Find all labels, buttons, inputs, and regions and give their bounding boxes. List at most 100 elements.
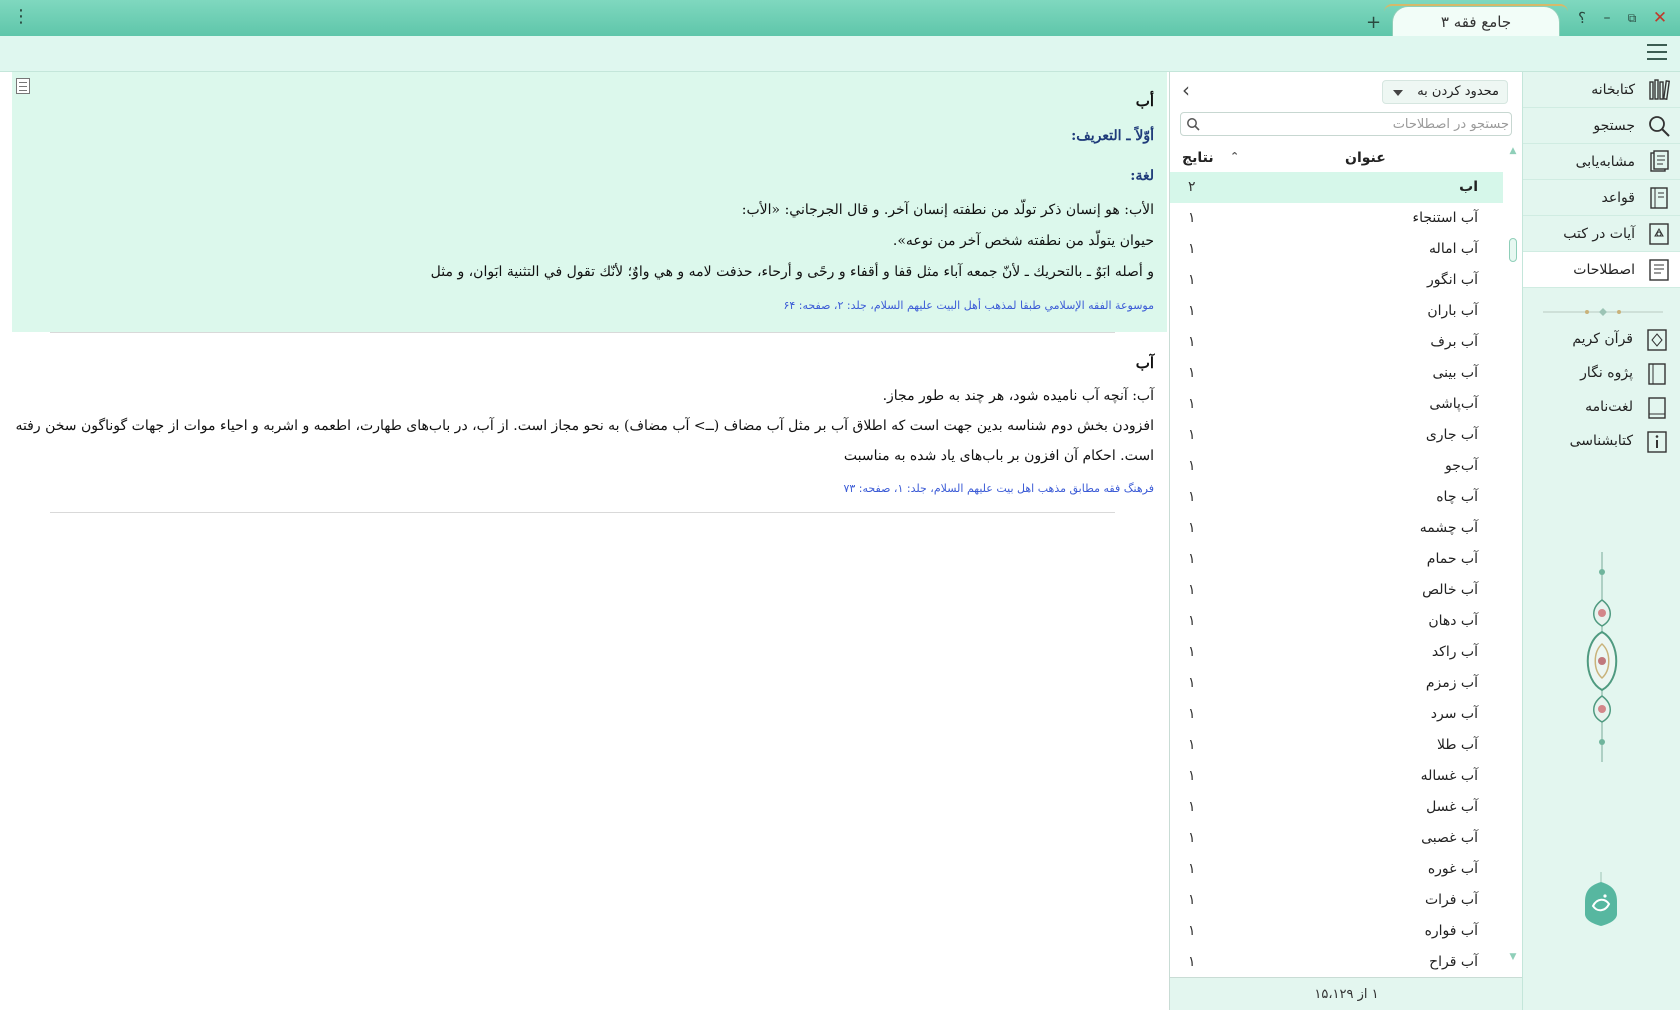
term-row[interactable]: آب راکد ۱ <box>1170 637 1503 668</box>
term-row[interactable]: آب‌جو ۱ <box>1170 451 1503 482</box>
term-result-count: ۱ <box>1188 334 1196 350</box>
tab-main[interactable]: جامع فقه ۳ <box>1392 6 1560 36</box>
term-result-count: ۱ <box>1188 737 1196 753</box>
terms-list: اب ۲ آب استنجاء ۱ آب اماله ۱ آب انگور ۱ آب باران… <box>1170 172 1503 978</box>
term-result-count: ۱ <box>1188 923 1196 939</box>
terms-list-scrollbar[interactable]: ▲ ▼ <box>1507 146 1519 964</box>
term-title: آب بینی <box>1432 365 1478 381</box>
scroll-thumb[interactable] <box>1509 238 1517 262</box>
term-row[interactable]: آب باران ۱ <box>1170 296 1503 327</box>
dictionary-icon <box>1648 397 1666 419</box>
hamburger-menu-icon[interactable] <box>1647 44 1667 62</box>
term-row[interactable]: آب برف ۱ <box>1170 327 1503 358</box>
term-row[interactable]: آب قراح ۱ <box>1170 947 1503 978</box>
term-row[interactable]: آب بینی ۱ <box>1170 358 1503 389</box>
help-icon[interactable]: ؟ <box>1572 8 1592 28</box>
toolbar <box>0 36 1680 72</box>
maximize-icon[interactable]: ⧉ <box>1622 8 1642 28</box>
term-result-count: ۱ <box>1188 799 1196 815</box>
term-title: آب‌جو <box>1445 458 1478 474</box>
column-header-title[interactable]: عنوان <box>1345 144 1386 172</box>
sidebar: کتابخانه جستجو مشابه‌یابی قواعد آیات در … <box>1522 72 1680 1010</box>
term-title: آب زمزم <box>1425 675 1478 691</box>
term-result-count: ۱ <box>1188 551 1196 567</box>
title-bar: ⋮ جامع فقه ۳ + ؟ – ⧉ ✕ <box>0 0 1680 36</box>
term-title: آب جاری <box>1425 427 1478 443</box>
term-result-count: ۱ <box>1188 241 1196 257</box>
sidebar-item-label: مشابه‌یابی <box>1575 154 1635 170</box>
term-title: آب سرد <box>1430 706 1478 722</box>
term-row[interactable]: آب حمام ۱ <box>1170 544 1503 575</box>
collapse-panel-icon[interactable]: ‹ <box>1182 80 1202 102</box>
sidebar-item-dictionary[interactable]: لغت‌نامه <box>1523 390 1680 424</box>
limit-to-dropdown[interactable]: محدود کردن به <box>1382 80 1508 104</box>
term-row[interactable]: آب فرات ۱ <box>1170 885 1503 916</box>
term-result-count: ۱ <box>1188 768 1196 784</box>
scroll-down-icon[interactable]: ▼ <box>1507 952 1519 962</box>
term-row[interactable]: آب دهان ۱ <box>1170 606 1503 637</box>
term-row[interactable]: آب استنجاء ۱ <box>1170 203 1503 234</box>
term-row[interactable]: آب خالص ۱ <box>1170 575 1503 606</box>
sidebar-item-rules[interactable]: قواعد <box>1523 180 1680 216</box>
term-row[interactable]: آب غسل ۱ <box>1170 792 1503 823</box>
entry-text-line: افزودن بخش دوم شناسه بدین جهت است که اطل… <box>15 418 1154 434</box>
term-result-count: ۱ <box>1188 272 1196 288</box>
entry-source-link[interactable]: موسوعة الفقه الإسلامي طبقا لمذهب أهل الب… <box>783 299 1154 312</box>
scroll-up-icon[interactable]: ▲ <box>1507 146 1519 156</box>
entry-text-line: الأب: هو إنسان ذكر تولّد من نطفته إنسان … <box>741 202 1154 218</box>
term-row[interactable]: اب ۲ <box>1170 172 1503 203</box>
sidebar-item-bibliography[interactable]: کتابشناسی <box>1523 424 1680 458</box>
term-row[interactable]: آب چشمه ۱ <box>1170 513 1503 544</box>
term-row[interactable]: آب غساله ۱ <box>1170 761 1503 792</box>
term-title: آب انگور <box>1426 272 1478 288</box>
document-view-icon[interactable] <box>16 78 30 94</box>
limit-to-label: محدود کردن به <box>1417 84 1499 99</box>
term-row[interactable]: آب زمزم ۱ <box>1170 668 1503 699</box>
term-row[interactable]: آب غصبی ۱ <box>1170 823 1503 854</box>
term-row[interactable]: آب غوره ۱ <box>1170 854 1503 885</box>
sidebar-item-library[interactable]: کتابخانه <box>1523 72 1680 108</box>
sidebar-item-quran[interactable]: قرآن کریم <box>1523 322 1680 356</box>
term-row[interactable]: آب چاه ۱ <box>1170 482 1503 513</box>
sidebar-item-label: آیات در کتب <box>1563 226 1635 242</box>
add-tab-icon[interactable]: + <box>1366 14 1381 32</box>
close-icon[interactable]: ✕ <box>1650 8 1670 28</box>
entry-card[interactable]: آب آب: آنچه آب نامیده شود، هر چند به طور… <box>12 332 1167 584</box>
term-row[interactable]: آب انگور ۱ <box>1170 265 1503 296</box>
term-row[interactable]: آب جاری ۱ <box>1170 420 1503 451</box>
entry-source-link[interactable]: فرهنگ فقه مطابق مذهب اهل بیت علیهم السلا… <box>843 482 1154 495</box>
term-title: آب استنجاء <box>1412 210 1478 226</box>
term-title: آب غصبی <box>1421 830 1478 846</box>
entry-subheading: أوّلاً ـ التعريف: <box>1071 128 1154 144</box>
search-icon[interactable] <box>1186 117 1200 131</box>
sidebar-item-terms[interactable]: اصطلاحات <box>1523 252 1680 288</box>
verses-icon <box>1649 223 1669 245</box>
entry-card-selected[interactable]: أب أوّلاً ـ التعريف: لغة: الأب: هو إنسان… <box>12 72 1167 332</box>
term-row[interactable]: آب فواره ۱ <box>1170 916 1503 947</box>
sidebar-item-notebook[interactable]: پژوه نگار <box>1523 356 1680 390</box>
minimize-icon[interactable]: – <box>1597 8 1617 28</box>
entry-content: أب أوّلاً ـ التعريف: لغة: الأب: هو إنسان… <box>0 72 1169 1010</box>
term-result-count: ۱ <box>1188 706 1196 722</box>
sidebar-item-search[interactable]: جستجو <box>1523 108 1680 144</box>
term-title: آب چاه <box>1436 489 1478 505</box>
entry-heading: أب <box>1135 92 1154 110</box>
term-row[interactable]: آب سرد ۱ <box>1170 699 1503 730</box>
term-result-count: ۱ <box>1188 365 1196 381</box>
sidebar-item-label: کتابخانه <box>1591 82 1635 98</box>
term-result-count: ۱ <box>1188 520 1196 536</box>
chevron-down-icon <box>1393 90 1403 96</box>
window-menu-icon[interactable]: ⋮ <box>12 6 30 28</box>
term-row[interactable]: آب طلا ۱ <box>1170 730 1503 761</box>
terms-search-input[interactable] <box>1203 114 1509 134</box>
sidebar-item-label: جستجو <box>1593 118 1635 134</box>
term-result-count: ۱ <box>1188 427 1196 443</box>
term-row[interactable]: آب‌پاشی ۱ <box>1170 389 1503 420</box>
sidebar-item-similarity[interactable]: مشابه‌یابی <box>1523 144 1680 180</box>
entry-text-line: حيوان يتولّد من نطفته شخص آخر من نوعه». <box>892 233 1154 249</box>
terms-panel: محدود کردن به ‹ عنوان ⌃ نتایج اب ۲ آب استن… <box>1169 72 1523 1010</box>
sidebar-item-verses[interactable]: آیات در کتب <box>1523 216 1680 252</box>
sort-ascending-icon[interactable]: ⌃ <box>1230 150 1239 163</box>
column-header-results[interactable]: نتایج <box>1182 144 1214 172</box>
term-row[interactable]: آب اماله ۱ <box>1170 234 1503 265</box>
